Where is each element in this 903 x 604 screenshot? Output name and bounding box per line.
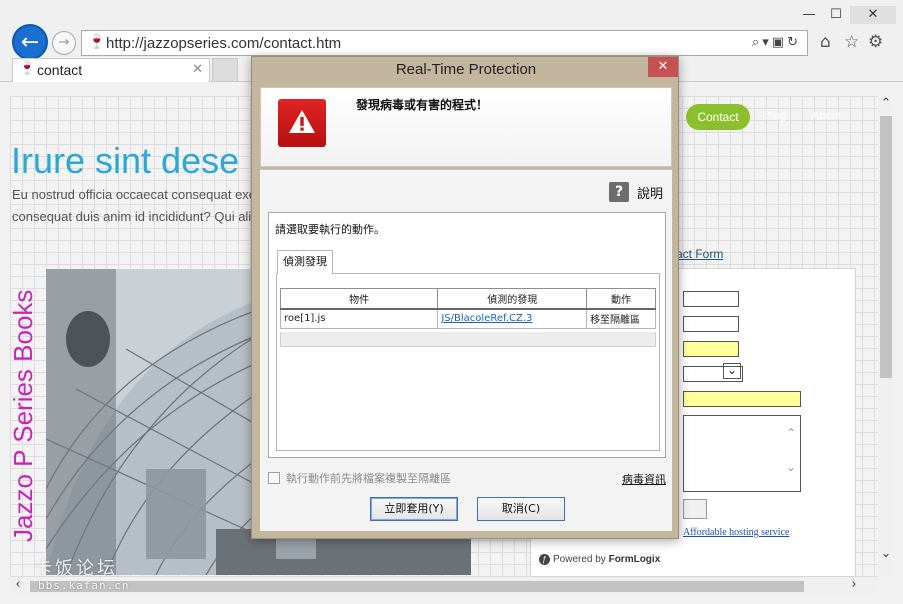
form-textarea[interactable]: ⌃ ⌄ xyxy=(683,415,801,492)
nav-about[interactable]: About xyxy=(812,110,841,122)
tab-favicon-icon: 🍷 xyxy=(19,61,36,76)
copy-to-quarantine-checkbox[interactable] xyxy=(268,472,280,484)
search-icon[interactable]: ⌕ xyxy=(752,35,762,50)
forward-button[interactable]: → xyxy=(52,31,76,55)
detections-table: 物件 偵測的發現 動作 roe[1].js JS/BlacoleRef.CZ.3… xyxy=(279,288,656,329)
close-window-button[interactable]: ✕ xyxy=(850,6,896,24)
page-heading: Irure sint dese xyxy=(11,140,240,181)
detections-panel: 物件 偵測的發現 動作 roe[1].js JS/BlacoleRef.CZ.3… xyxy=(276,273,660,451)
scroll-left-icon[interactable]: ‹ xyxy=(10,577,26,592)
table-row[interactable]: roe[1].js JS/BlacoleRef.CZ.3 移至隔離區 xyxy=(279,308,656,329)
horizontal-scroll-thumb[interactable] xyxy=(30,581,804,592)
hosting-link[interactable]: Affordable hosting service xyxy=(683,527,789,538)
table-header-row: 物件 偵測的發現 動作 xyxy=(279,288,656,310)
scroll-up-icon[interactable]: ⌃ xyxy=(878,96,894,111)
scroll-down-icon[interactable]: ⌄ xyxy=(878,546,894,561)
arrow-right-icon: → xyxy=(58,35,70,50)
dropdown-icon[interactable]: ▾ xyxy=(762,35,772,50)
form-field-1[interactable] xyxy=(683,291,739,307)
compat-view-icon[interactable]: ▣ xyxy=(772,35,787,50)
form-field-4[interactable] xyxy=(683,391,801,407)
dialog-header: 發現病毒或有害的程式！ xyxy=(260,87,672,167)
site-favicon-icon: 🍷 xyxy=(88,34,106,50)
realtime-protection-dialog: Real-Time Protection ✕ 發現病毒或有害的程式！ ? 說明 … xyxy=(251,56,679,539)
arrow-left-icon: ← xyxy=(20,30,40,55)
watermark: 卡饭论坛 xyxy=(34,558,118,579)
nav-blog[interactable]: Blog xyxy=(764,110,786,122)
dialog-heading: 發現病毒或有害的程式！ xyxy=(356,98,489,112)
maximize-button[interactable]: ☐ xyxy=(823,6,849,24)
dialog-close-button[interactable]: ✕ xyxy=(648,57,678,77)
action-box: 請選取要執行的動作。 偵測發現 物件 偵測的發現 動作 roe[1].js JS… xyxy=(268,212,666,458)
powered-by[interactable]: ƒ Powered by FormLogix xyxy=(539,554,660,565)
column-header-object[interactable]: 物件 xyxy=(279,288,439,310)
dialog-title: Real-Time Protection xyxy=(395,61,537,78)
refresh-icon[interactable]: ↻ xyxy=(787,35,801,50)
close-tab-icon[interactable]: ✕ xyxy=(192,62,203,77)
horizontal-scrollbar[interactable]: ‹ › xyxy=(10,577,878,595)
home-icon[interactable]: ⌂ xyxy=(820,32,831,52)
vertical-title-text: Jazzo P Series Books xyxy=(10,289,38,542)
tab-detections[interactable]: 偵測發現 xyxy=(277,250,333,274)
vertical-scrollbar[interactable]: ⌃ ⌄ xyxy=(878,96,894,577)
table-empty-row xyxy=(280,332,656,347)
virus-info-link[interactable]: 病毒資訊 xyxy=(622,471,666,487)
form-field-2[interactable] xyxy=(683,316,739,332)
help-link[interactable]: 說明 xyxy=(637,183,663,202)
tab-label: contact xyxy=(37,62,83,78)
contact-form-title[interactable]: act Form xyxy=(676,247,723,261)
star-icon[interactable]: ☆ xyxy=(844,32,859,52)
form-select[interactable] xyxy=(683,363,743,382)
address-bar-icons[interactable]: ⌕▾▣↻ xyxy=(752,35,801,50)
minimize-button[interactable]: — xyxy=(796,6,822,24)
watermark-url: bbs.kafan.cn xyxy=(38,579,130,592)
help-icon[interactable]: ? xyxy=(609,182,629,202)
dialog-body: ? 說明 請選取要執行的動作。 偵測發現 物件 偵測的發現 動作 roe[1].… xyxy=(260,169,672,531)
address-url[interactable]: http://jazzopseries.com/contact.htm xyxy=(106,35,341,52)
scroll-right-icon[interactable]: › xyxy=(846,577,862,592)
close-icon: ✕ xyxy=(657,59,669,74)
textarea-scroll-up-icon[interactable]: ⌃ xyxy=(786,426,796,440)
powered-by-brand: FormLogix xyxy=(608,554,661,565)
new-tab-button[interactable] xyxy=(212,58,238,82)
cell-finding-link[interactable]: JS/BlacoleRef.CZ.3 xyxy=(437,308,588,329)
vertical-title: Jazzo P Series Books xyxy=(10,268,48,542)
column-header-action[interactable]: 動作 xyxy=(586,288,656,310)
address-bar[interactable]: 🍷 http://jazzopseries.com/contact.htm ⌕▾… xyxy=(81,30,808,56)
formlogix-logo-icon: ƒ xyxy=(539,554,550,565)
apply-now-button[interactable]: 立即套用(Y) xyxy=(370,497,458,521)
gear-icon[interactable]: ⚙ xyxy=(868,32,883,52)
cell-object: roe[1].js xyxy=(279,308,439,329)
form-field-3[interactable] xyxy=(683,341,739,357)
cell-action[interactable]: 移至隔離區 xyxy=(586,308,656,329)
cancel-button[interactable]: 取消(C) xyxy=(477,497,565,521)
submit-button[interactable] xyxy=(683,499,707,519)
nav-contact[interactable]: Contact xyxy=(686,104,750,130)
vertical-scroll-thumb[interactable] xyxy=(880,116,892,378)
column-header-finding[interactable]: 偵測的發現 xyxy=(437,288,588,310)
textarea-scroll-down-icon[interactable]: ⌄ xyxy=(786,460,796,474)
warning-icon xyxy=(278,99,326,147)
copy-to-quarantine-label[interactable]: 執行動作前先將檔案複製至隔離區 xyxy=(286,470,451,486)
action-prompt: 請選取要執行的動作。 xyxy=(275,223,385,236)
powered-by-prefix: Powered by xyxy=(553,554,606,565)
tab-contact[interactable]: 🍷 contact ✕ xyxy=(12,58,210,82)
back-button[interactable]: ← xyxy=(12,24,48,60)
